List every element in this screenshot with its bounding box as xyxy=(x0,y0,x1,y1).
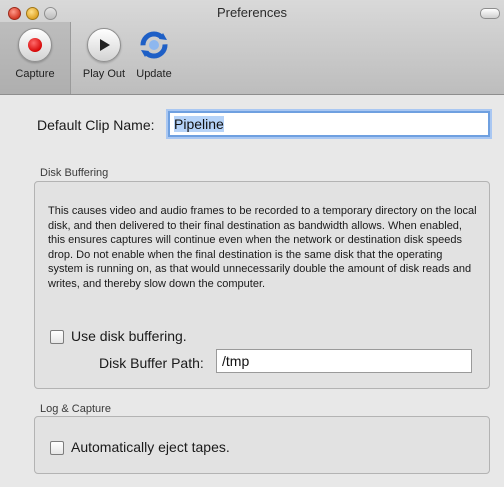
capture-button[interactable] xyxy=(18,28,52,62)
toolbar-update[interactable]: Update xyxy=(130,28,178,80)
use-disk-buffering-label[interactable]: Use disk buffering. xyxy=(71,328,187,344)
update-label: Update xyxy=(136,68,172,80)
auto-eject-tapes-checkbox[interactable] xyxy=(50,441,64,455)
auto-eject-tapes-label[interactable]: Automatically eject tapes. xyxy=(71,439,230,455)
disk-buffer-path-label: Disk Buffer Path: xyxy=(99,355,204,371)
toolbar-playout[interactable]: Play Out xyxy=(72,28,136,80)
play-icon xyxy=(100,39,110,51)
preferences-window: Preferences Capture Play Out Update Defa… xyxy=(0,0,504,487)
disk-buffer-path-input[interactable]: /tmp xyxy=(216,349,472,373)
window-title: Preferences xyxy=(216,5,288,20)
title-toolbar-bar: Preferences Capture Play Out Update xyxy=(0,0,504,95)
disk-buffering-section-title: Disk Buffering xyxy=(40,167,109,179)
playout-label: Play Out xyxy=(82,68,126,80)
clip-name-value: Pipeline xyxy=(174,116,224,132)
disk-buffering-description: This causes video and audio frames to be… xyxy=(48,205,477,290)
record-icon xyxy=(28,38,42,52)
playout-button[interactable] xyxy=(87,28,121,62)
toolbar-capture[interactable]: Capture xyxy=(3,28,67,80)
disk-buffer-path-value: /tmp xyxy=(222,353,250,369)
default-clip-name-input[interactable]: Pipeline xyxy=(168,111,490,137)
default-clip-name-label: Default Clip Name: xyxy=(37,117,155,133)
use-disk-buffering-checkbox[interactable] xyxy=(50,330,64,344)
toolbar-toggle-button[interactable] xyxy=(480,8,500,19)
capture-label: Capture xyxy=(15,68,55,80)
log-capture-section-title: Log & Capture xyxy=(40,403,111,415)
refresh-icon[interactable] xyxy=(137,28,171,62)
